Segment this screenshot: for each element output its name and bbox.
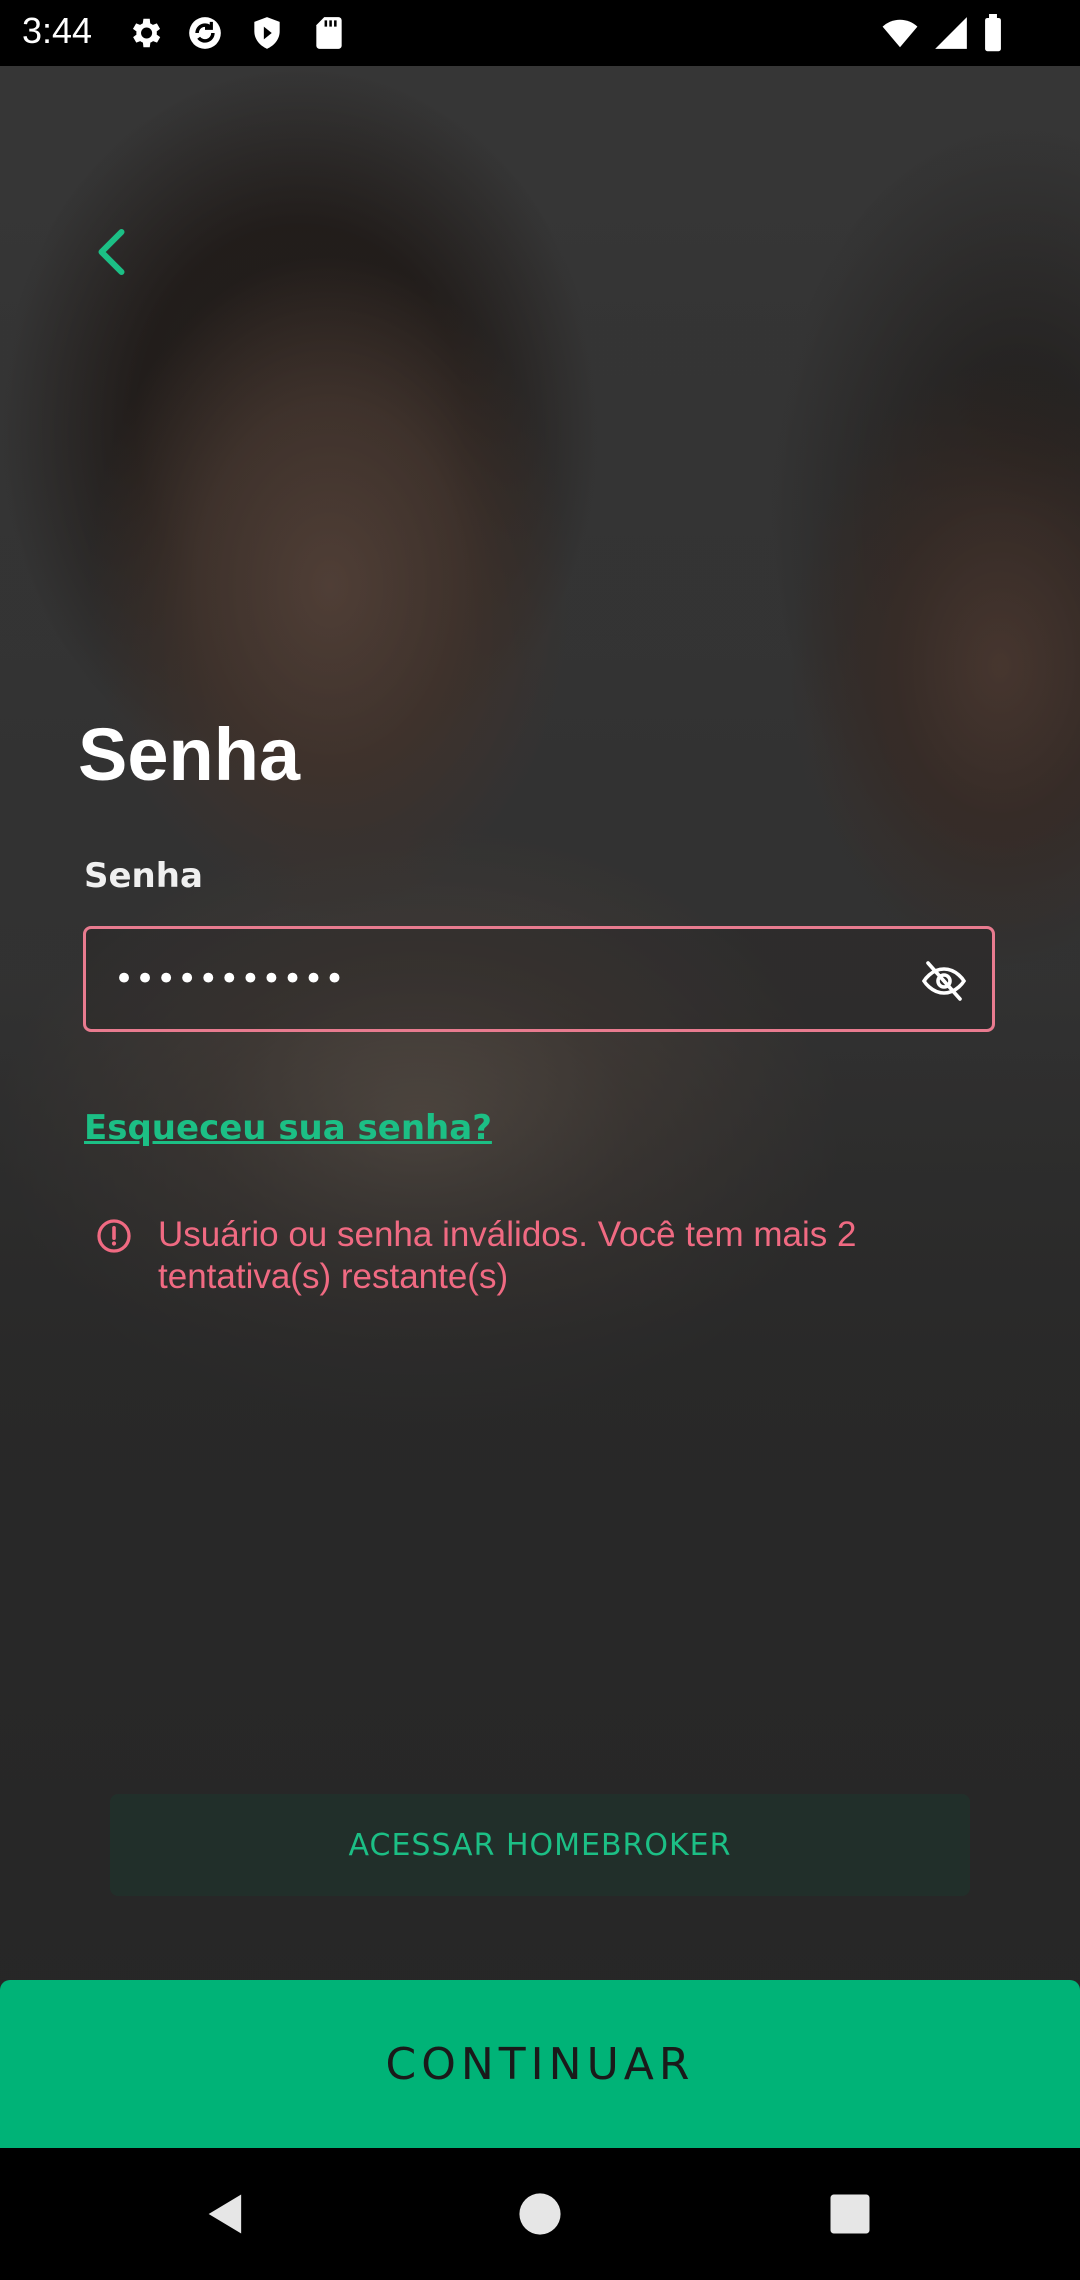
home-circle-icon[interactable] bbox=[514, 2188, 566, 2240]
navigation-bar bbox=[0, 2148, 1080, 2280]
sd-card-icon bbox=[316, 17, 342, 49]
forgot-password-link[interactable]: Esqueceu sua senha? bbox=[84, 1108, 492, 1148]
password-label: Senha bbox=[84, 856, 203, 896]
error-text: Usuário ou senha inválidos. Você tem mai… bbox=[158, 1215, 857, 1296]
page-title: Senha bbox=[78, 713, 301, 796]
battery-icon bbox=[985, 14, 1001, 52]
sync-icon bbox=[189, 17, 221, 49]
back-triangle-icon[interactable] bbox=[200, 2188, 252, 2240]
eye-off-icon[interactable] bbox=[920, 957, 968, 1005]
signal-icon bbox=[935, 17, 967, 49]
wifi-icon bbox=[882, 19, 918, 48]
recents-square-icon[interactable] bbox=[824, 2188, 876, 2240]
gear-icon bbox=[132, 18, 161, 48]
status-bar: 3:44 bbox=[0, 0, 1080, 66]
password-field[interactable]: ••••••••••• bbox=[83, 926, 995, 1032]
shield-play-icon bbox=[254, 17, 280, 49]
access-homebroker-button[interactable]: ACESSAR HOMEBROKER bbox=[110, 1794, 970, 1896]
continue-button[interactable]: CONTINUAR bbox=[0, 1980, 1080, 2148]
chevron-left-icon[interactable] bbox=[84, 222, 144, 282]
password-value[interactable]: ••••••••••• bbox=[114, 959, 346, 999]
alert-circle-icon bbox=[97, 1219, 131, 1253]
error-message: Usuário ou senha inválidos. Você tem mai… bbox=[96, 1214, 976, 1298]
status-time: 3:44 bbox=[22, 10, 93, 51]
